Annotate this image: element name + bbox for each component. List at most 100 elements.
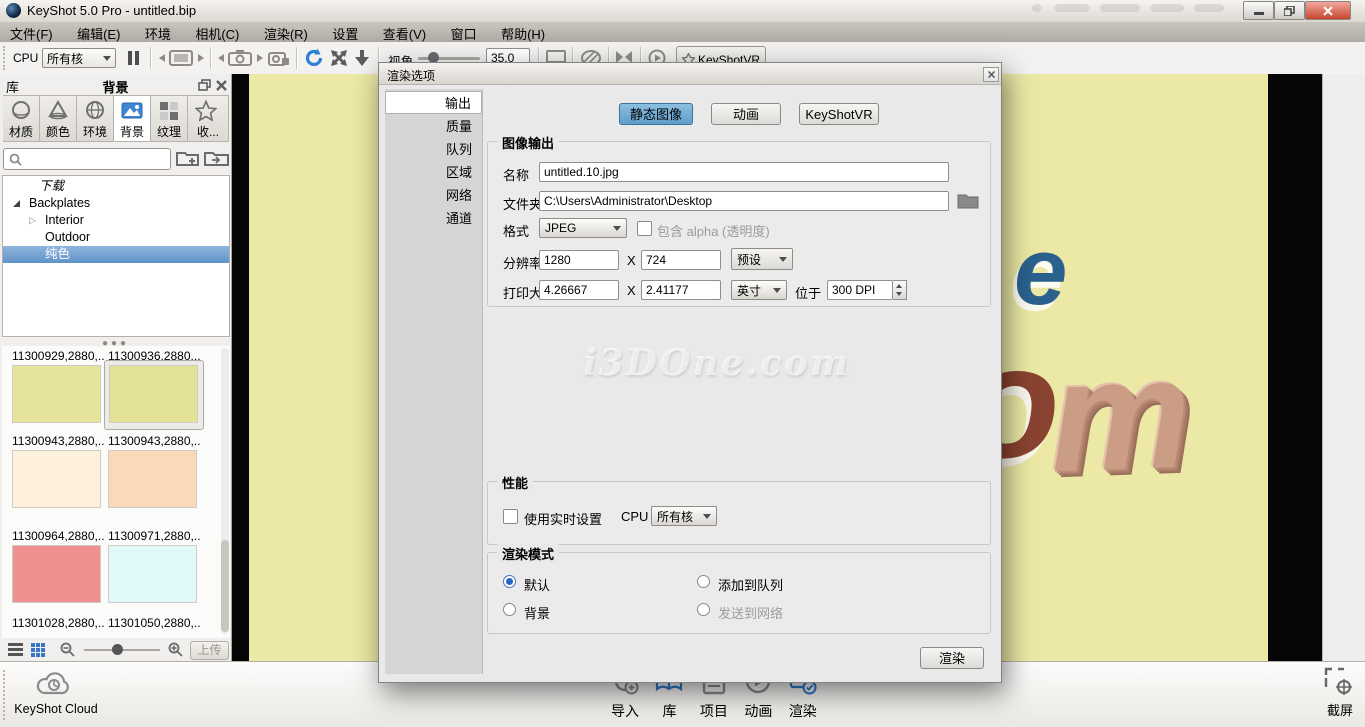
restore-button[interactable]	[1274, 1, 1305, 20]
print-height-input[interactable]	[641, 280, 721, 300]
tab-backplates[interactable]: 背景	[114, 95, 151, 142]
thumb-label[interactable]: 11301050,2880,...	[108, 616, 200, 630]
spinner-up-icon[interactable]	[896, 284, 902, 288]
backplate-thumbnail[interactable]	[108, 450, 197, 508]
backplate-thumbnail-selected-frame[interactable]	[104, 360, 204, 430]
keyshot-cloud-icon[interactable]	[36, 667, 72, 704]
tab-materials[interactable]: 材质	[3, 95, 40, 142]
thumb-label[interactable]: 11300964,2880,...	[12, 529, 104, 543]
thumbnail-scrollbar-thumb[interactable]	[221, 540, 229, 632]
mode-still-image-button[interactable]: 静态图像	[619, 103, 693, 125]
tab-favorites[interactable]: 收...	[188, 95, 229, 142]
grid-view-icon[interactable]	[31, 643, 45, 662]
mode-network-radio[interactable]	[697, 603, 710, 616]
tree-item-outdoor[interactable]: Outdoor	[3, 229, 229, 246]
prev-camera-icon[interactable]	[218, 54, 224, 62]
nav-output[interactable]: 输出	[385, 91, 482, 114]
menu-camera[interactable]: 相机(C)	[185, 22, 249, 42]
pause-icon[interactable]	[128, 51, 132, 65]
tree-item-solid-color[interactable]: 纯色	[3, 246, 229, 263]
fullscreen-icon[interactable]	[330, 49, 348, 72]
zoom-out-icon[interactable]	[60, 642, 75, 662]
tree-item-download[interactable]: 下载	[3, 178, 229, 195]
search-input[interactable]	[3, 148, 171, 170]
screenshot-label[interactable]: 截屏	[1322, 700, 1358, 719]
thumb-label[interactable]: 11301028,2880,...	[12, 616, 104, 630]
tree-item-backplates[interactable]: Backplates	[3, 195, 229, 212]
browse-folder-icon[interactable]	[957, 191, 979, 214]
thumb-label[interactable]: 11300929,2880,...	[12, 349, 104, 363]
add-folder-icon[interactable]	[176, 148, 200, 173]
dpi-input[interactable]	[827, 280, 893, 300]
undock-icon[interactable]	[198, 78, 211, 96]
resolution-height-input[interactable]	[641, 250, 721, 270]
backplate-thumbnail[interactable]	[12, 545, 101, 603]
backplate-thumbnail[interactable]	[12, 365, 101, 423]
next-camera-icon[interactable]	[257, 54, 263, 62]
refresh-realtime-icon[interactable]	[304, 48, 324, 73]
spinner-down-icon[interactable]	[896, 292, 902, 296]
next-animation-icon[interactable]	[198, 54, 204, 62]
name-input[interactable]	[539, 162, 949, 182]
menu-edit[interactable]: 编辑(E)	[67, 22, 130, 42]
realtime-settings-checkbox[interactable]	[503, 509, 518, 524]
upload-button[interactable]: 上传	[190, 641, 229, 660]
thumb-label[interactable]: 11300971,2880,...	[108, 529, 200, 543]
dpi-spinner[interactable]	[893, 280, 907, 300]
backplate-thumbnail[interactable]	[109, 365, 198, 423]
nav-queue[interactable]: 队列	[385, 138, 482, 161]
dialog-close-button[interactable]	[983, 67, 999, 82]
nav-quality[interactable]: 质量	[385, 115, 482, 138]
tab-colors[interactable]: 颜色	[40, 95, 77, 142]
camera-icon[interactable]	[228, 50, 252, 71]
preset-dropdown-button[interactable]: 预设	[731, 248, 793, 270]
menu-file[interactable]: 文件(F)	[0, 22, 63, 42]
thumb-label[interactable]: 11300943,2880,...	[12, 434, 104, 448]
import-folder-icon[interactable]	[204, 148, 230, 173]
mode-queue-radio[interactable]	[697, 575, 710, 588]
zoom-in-icon[interactable]	[168, 642, 183, 662]
alpha-checkbox[interactable]	[637, 221, 652, 236]
minimize-button[interactable]	[1243, 1, 1274, 20]
resolution-width-input[interactable]	[539, 250, 619, 270]
cpu-cores-dropdown[interactable]: 所有核	[42, 48, 116, 68]
camera-lock-icon[interactable]	[268, 50, 290, 71]
tree-item-interior[interactable]: ▷ Interior	[3, 212, 229, 229]
thumbnail-scrollbar[interactable]	[221, 348, 229, 634]
menu-render[interactable]: 渲染(R)	[254, 22, 318, 42]
prev-animation-icon[interactable]	[159, 54, 165, 62]
mode-default-radio[interactable]	[503, 575, 516, 588]
dock-down-icon[interactable]	[354, 49, 370, 72]
format-dropdown[interactable]: JPEG	[539, 218, 627, 238]
collapsed-caret-icon[interactable]: ▷	[29, 212, 36, 229]
menu-help[interactable]: 帮助(H)	[491, 22, 555, 42]
menu-window[interactable]: 窗口	[441, 22, 487, 42]
mode-keyshotvr-button[interactable]: KeyShotVR	[799, 103, 879, 125]
render-button[interactable]: 渲染	[920, 647, 984, 669]
tab-textures[interactable]: 纹理	[151, 95, 188, 142]
keyshot-cloud-label[interactable]: KeyShot Cloud	[8, 702, 104, 716]
close-button[interactable]	[1305, 1, 1351, 20]
dialog-cpu-cores-dropdown[interactable]: 所有核	[651, 506, 717, 526]
tab-environments[interactable]: 环境	[77, 95, 114, 142]
unit-dropdown[interactable]: 英寸	[731, 280, 787, 300]
mode-animation-button[interactable]: 动画	[711, 103, 781, 125]
expanded-caret-icon[interactable]	[13, 200, 20, 207]
animation-frame-icon[interactable]	[169, 50, 193, 71]
menu-settings[interactable]: 设置	[322, 22, 368, 42]
backplate-thumbnail[interactable]	[108, 545, 197, 603]
nav-network[interactable]: 网络	[385, 184, 482, 207]
nav-passes[interactable]: 通道	[385, 207, 482, 230]
thumbnail-size-slider-handle[interactable]	[112, 644, 123, 655]
print-width-input[interactable]	[539, 280, 619, 300]
nav-region[interactable]: 区域	[385, 161, 482, 184]
thumb-label[interactable]: 11300943,2880,...	[108, 434, 200, 448]
list-view-icon[interactable]	[8, 643, 23, 661]
dialog-titlebar[interactable]: 渲染选项	[379, 63, 1001, 85]
mode-background-radio[interactable]	[503, 603, 516, 616]
menu-view[interactable]: 查看(V)	[373, 22, 436, 42]
toolbar-grip[interactable]	[3, 46, 9, 70]
pause-icon[interactable]	[135, 51, 139, 65]
close-icon[interactable]	[216, 78, 227, 96]
backplate-thumbnail[interactable]	[12, 450, 101, 508]
